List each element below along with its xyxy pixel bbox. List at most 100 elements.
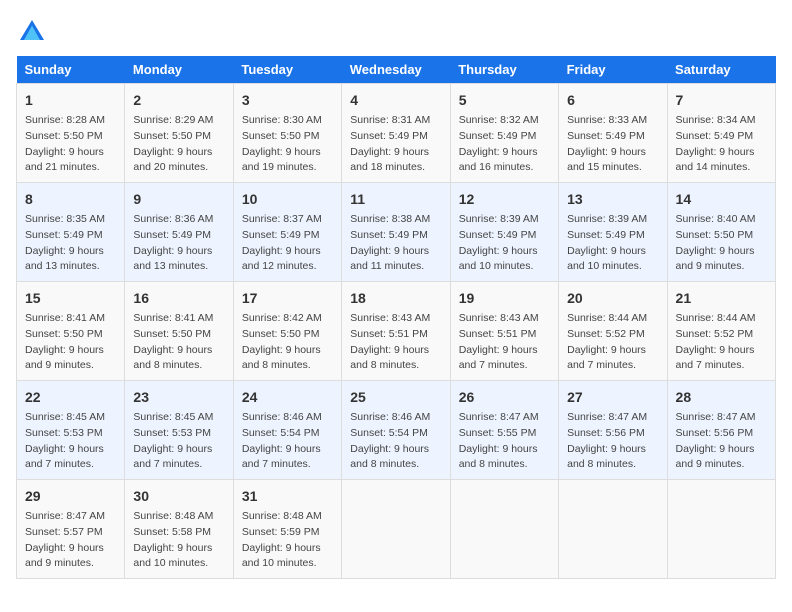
day-cell: 26Sunrise: 8:47 AM Sunset: 5:55 PM Dayli… xyxy=(450,381,558,480)
day-number: 7 xyxy=(676,90,767,111)
day-number: 14 xyxy=(676,189,767,210)
day-number: 10 xyxy=(242,189,333,210)
day-number: 27 xyxy=(567,387,658,408)
day-cell: 22Sunrise: 8:45 AM Sunset: 5:53 PM Dayli… xyxy=(17,381,125,480)
day-cell: 25Sunrise: 8:46 AM Sunset: 5:54 PM Dayli… xyxy=(342,381,450,480)
day-number: 22 xyxy=(25,387,116,408)
week-row-1: 1Sunrise: 8:28 AM Sunset: 5:50 PM Daylig… xyxy=(17,84,776,183)
day-info: Sunrise: 8:45 AM Sunset: 5:53 PM Dayligh… xyxy=(133,410,224,473)
day-number: 23 xyxy=(133,387,224,408)
day-info: Sunrise: 8:48 AM Sunset: 5:59 PM Dayligh… xyxy=(242,509,333,572)
day-cell: 3Sunrise: 8:30 AM Sunset: 5:50 PM Daylig… xyxy=(233,84,341,183)
day-number: 31 xyxy=(242,486,333,507)
day-info: Sunrise: 8:39 AM Sunset: 5:49 PM Dayligh… xyxy=(459,212,550,275)
day-number: 18 xyxy=(350,288,441,309)
day-info: Sunrise: 8:32 AM Sunset: 5:49 PM Dayligh… xyxy=(459,113,550,176)
day-number: 2 xyxy=(133,90,224,111)
day-cell: 13Sunrise: 8:39 AM Sunset: 5:49 PM Dayli… xyxy=(559,183,667,282)
week-row-3: 15Sunrise: 8:41 AM Sunset: 5:50 PM Dayli… xyxy=(17,282,776,381)
day-info: Sunrise: 8:47 AM Sunset: 5:56 PM Dayligh… xyxy=(567,410,658,473)
calendar-table: SundayMondayTuesdayWednesdayThursdayFrid… xyxy=(16,56,776,579)
day-cell: 16Sunrise: 8:41 AM Sunset: 5:50 PM Dayli… xyxy=(125,282,233,381)
day-cell: 2Sunrise: 8:29 AM Sunset: 5:50 PM Daylig… xyxy=(125,84,233,183)
day-cell: 8Sunrise: 8:35 AM Sunset: 5:49 PM Daylig… xyxy=(17,183,125,282)
day-number: 28 xyxy=(676,387,767,408)
day-number: 26 xyxy=(459,387,550,408)
day-cell: 9Sunrise: 8:36 AM Sunset: 5:49 PM Daylig… xyxy=(125,183,233,282)
col-header-wednesday: Wednesday xyxy=(342,56,450,84)
day-info: Sunrise: 8:33 AM Sunset: 5:49 PM Dayligh… xyxy=(567,113,658,176)
day-info: Sunrise: 8:31 AM Sunset: 5:49 PM Dayligh… xyxy=(350,113,441,176)
day-number: 17 xyxy=(242,288,333,309)
day-cell xyxy=(559,480,667,579)
day-cell xyxy=(342,480,450,579)
day-cell: 14Sunrise: 8:40 AM Sunset: 5:50 PM Dayli… xyxy=(667,183,775,282)
day-number: 4 xyxy=(350,90,441,111)
day-number: 19 xyxy=(459,288,550,309)
day-number: 15 xyxy=(25,288,116,309)
day-info: Sunrise: 8:35 AM Sunset: 5:49 PM Dayligh… xyxy=(25,212,116,275)
day-number: 8 xyxy=(25,189,116,210)
day-info: Sunrise: 8:48 AM Sunset: 5:58 PM Dayligh… xyxy=(133,509,224,572)
day-info: Sunrise: 8:41 AM Sunset: 5:50 PM Dayligh… xyxy=(133,311,224,374)
day-info: Sunrise: 8:37 AM Sunset: 5:49 PM Dayligh… xyxy=(242,212,333,275)
day-info: Sunrise: 8:38 AM Sunset: 5:49 PM Dayligh… xyxy=(350,212,441,275)
col-header-friday: Friday xyxy=(559,56,667,84)
day-cell: 5Sunrise: 8:32 AM Sunset: 5:49 PM Daylig… xyxy=(450,84,558,183)
day-number: 16 xyxy=(133,288,224,309)
day-info: Sunrise: 8:28 AM Sunset: 5:50 PM Dayligh… xyxy=(25,113,116,176)
col-header-tuesday: Tuesday xyxy=(233,56,341,84)
day-number: 29 xyxy=(25,486,116,507)
day-number: 30 xyxy=(133,486,224,507)
day-info: Sunrise: 8:40 AM Sunset: 5:50 PM Dayligh… xyxy=(676,212,767,275)
day-info: Sunrise: 8:43 AM Sunset: 5:51 PM Dayligh… xyxy=(459,311,550,374)
day-cell xyxy=(450,480,558,579)
day-number: 13 xyxy=(567,189,658,210)
day-info: Sunrise: 8:47 AM Sunset: 5:57 PM Dayligh… xyxy=(25,509,116,572)
day-number: 20 xyxy=(567,288,658,309)
logo xyxy=(16,16,52,48)
day-cell: 29Sunrise: 8:47 AM Sunset: 5:57 PM Dayli… xyxy=(17,480,125,579)
day-number: 11 xyxy=(350,189,441,210)
day-cell: 15Sunrise: 8:41 AM Sunset: 5:50 PM Dayli… xyxy=(17,282,125,381)
day-info: Sunrise: 8:44 AM Sunset: 5:52 PM Dayligh… xyxy=(567,311,658,374)
day-cell: 18Sunrise: 8:43 AM Sunset: 5:51 PM Dayli… xyxy=(342,282,450,381)
day-cell: 10Sunrise: 8:37 AM Sunset: 5:49 PM Dayli… xyxy=(233,183,341,282)
week-row-5: 29Sunrise: 8:47 AM Sunset: 5:57 PM Dayli… xyxy=(17,480,776,579)
day-number: 12 xyxy=(459,189,550,210)
day-info: Sunrise: 8:39 AM Sunset: 5:49 PM Dayligh… xyxy=(567,212,658,275)
day-cell: 21Sunrise: 8:44 AM Sunset: 5:52 PM Dayli… xyxy=(667,282,775,381)
day-number: 6 xyxy=(567,90,658,111)
day-number: 25 xyxy=(350,387,441,408)
header-row: SundayMondayTuesdayWednesdayThursdayFrid… xyxy=(17,56,776,84)
day-number: 5 xyxy=(459,90,550,111)
day-info: Sunrise: 8:29 AM Sunset: 5:50 PM Dayligh… xyxy=(133,113,224,176)
day-info: Sunrise: 8:45 AM Sunset: 5:53 PM Dayligh… xyxy=(25,410,116,473)
day-cell: 11Sunrise: 8:38 AM Sunset: 5:49 PM Dayli… xyxy=(342,183,450,282)
day-cell: 17Sunrise: 8:42 AM Sunset: 5:50 PM Dayli… xyxy=(233,282,341,381)
day-cell: 19Sunrise: 8:43 AM Sunset: 5:51 PM Dayli… xyxy=(450,282,558,381)
day-info: Sunrise: 8:43 AM Sunset: 5:51 PM Dayligh… xyxy=(350,311,441,374)
day-number: 21 xyxy=(676,288,767,309)
day-info: Sunrise: 8:46 AM Sunset: 5:54 PM Dayligh… xyxy=(350,410,441,473)
day-cell: 4Sunrise: 8:31 AM Sunset: 5:49 PM Daylig… xyxy=(342,84,450,183)
day-info: Sunrise: 8:34 AM Sunset: 5:49 PM Dayligh… xyxy=(676,113,767,176)
day-info: Sunrise: 8:47 AM Sunset: 5:55 PM Dayligh… xyxy=(459,410,550,473)
col-header-saturday: Saturday xyxy=(667,56,775,84)
day-cell: 1Sunrise: 8:28 AM Sunset: 5:50 PM Daylig… xyxy=(17,84,125,183)
day-info: Sunrise: 8:44 AM Sunset: 5:52 PM Dayligh… xyxy=(676,311,767,374)
day-cell: 28Sunrise: 8:47 AM Sunset: 5:56 PM Dayli… xyxy=(667,381,775,480)
day-cell: 24Sunrise: 8:46 AM Sunset: 5:54 PM Dayli… xyxy=(233,381,341,480)
day-info: Sunrise: 8:42 AM Sunset: 5:50 PM Dayligh… xyxy=(242,311,333,374)
day-info: Sunrise: 8:41 AM Sunset: 5:50 PM Dayligh… xyxy=(25,311,116,374)
col-header-thursday: Thursday xyxy=(450,56,558,84)
header xyxy=(16,16,776,48)
day-number: 24 xyxy=(242,387,333,408)
week-row-4: 22Sunrise: 8:45 AM Sunset: 5:53 PM Dayli… xyxy=(17,381,776,480)
day-cell: 7Sunrise: 8:34 AM Sunset: 5:49 PM Daylig… xyxy=(667,84,775,183)
week-row-2: 8Sunrise: 8:35 AM Sunset: 5:49 PM Daylig… xyxy=(17,183,776,282)
col-header-monday: Monday xyxy=(125,56,233,84)
day-number: 9 xyxy=(133,189,224,210)
day-cell xyxy=(667,480,775,579)
day-cell: 20Sunrise: 8:44 AM Sunset: 5:52 PM Dayli… xyxy=(559,282,667,381)
